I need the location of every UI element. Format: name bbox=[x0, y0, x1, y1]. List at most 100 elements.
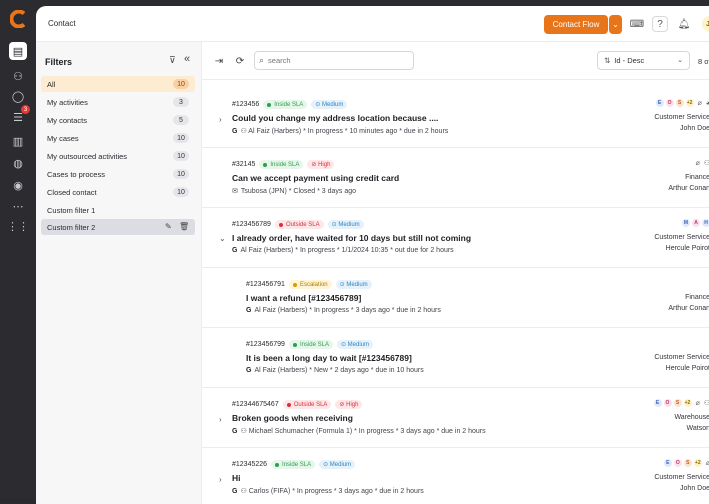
filter-item-my-contacts[interactable]: My contacts 5 bbox=[41, 112, 195, 128]
ticket-id: #123456791 bbox=[246, 281, 285, 288]
funnel-icon[interactable]: ⊽ bbox=[169, 55, 176, 66]
team-name: Customer Service bbox=[654, 472, 709, 483]
search-icon: ⌕ bbox=[259, 55, 264, 66]
compass-icon[interactable]: ◉ bbox=[9, 176, 27, 194]
group-icon: ⚇ bbox=[240, 428, 248, 435]
trash-icon[interactable]: 🗑︎ bbox=[179, 222, 189, 231]
filter-label: Custom filter 1 bbox=[47, 206, 95, 215]
ticket-title: Broken goods when receiving bbox=[232, 413, 353, 423]
google-icon: G bbox=[246, 367, 251, 374]
team-name: Finance bbox=[668, 292, 709, 303]
ticket-title: Could you change my address location bec… bbox=[232, 113, 438, 123]
window-frame: ▤ ⚇ ◯ ☰3 ▥ ◍ ◉ ⋯ ⋮⋮ Contact Contact Flow… bbox=[0, 0, 709, 498]
filter-label: My outsourced activities bbox=[47, 152, 127, 161]
lock-person-icon: ⚇ bbox=[704, 399, 709, 407]
expand-chevron-icon[interactable]: › bbox=[219, 415, 222, 424]
user-avatar[interactable]: JD bbox=[702, 16, 709, 32]
filter-label: All bbox=[47, 80, 55, 89]
refresh-icon[interactable]: ⟳ bbox=[233, 54, 247, 68]
ticket-assignment: Customer Service Hercule Poirot bbox=[654, 352, 709, 374]
agent-name: Arthur Conan bbox=[668, 183, 709, 194]
edit-pencil-icon[interactable]: ✎ bbox=[165, 222, 172, 231]
globe-icon[interactable]: ◍ bbox=[9, 154, 27, 172]
contact-flow-button[interactable]: Contact Flow bbox=[544, 15, 608, 34]
agent-name: Hercule Poirot bbox=[654, 363, 709, 374]
sort-select[interactable]: ⇅ Id - Desc ⌄ bbox=[597, 51, 690, 70]
filter-item-my-outsourced-activities[interactable]: My outsourced activities 10 bbox=[41, 148, 195, 164]
sort-direction-icon: ⇅ bbox=[604, 56, 610, 65]
priority-badge: ⊙ Medium bbox=[311, 100, 347, 109]
list-toolbar: ⇥ ⟳ ⌕ ⇅ Id - Desc ⌄ 8 of 2 bbox=[202, 42, 709, 80]
filter-item-closed-contact[interactable]: Closed contact 10 bbox=[41, 184, 195, 200]
inbox-icon[interactable]: ▤ bbox=[9, 42, 27, 60]
sla-badge: Inside SLA bbox=[289, 340, 333, 349]
team-name: Customer Service bbox=[654, 112, 709, 123]
ticket-row[interactable]: #123456 Inside SLA ⊙ Medium › Could you … bbox=[202, 88, 709, 148]
ticket-meta: GAl Faiz (Harbers) * New * 2 days ago * … bbox=[246, 367, 424, 374]
filters-panel: Filters ⊽ « All 10 My activities 3 My co… bbox=[36, 42, 202, 504]
team-name: Finance bbox=[668, 172, 709, 183]
user-icon[interactable]: ⚇ bbox=[9, 67, 27, 85]
more-icon[interactable]: ⋯ bbox=[9, 197, 27, 215]
attachment-icon: ⌀ bbox=[696, 159, 700, 167]
ticket-row[interactable]: #32145 Inside SLA ⊘ High Can we accept p… bbox=[202, 148, 709, 208]
priority-badge: ⊙ Medium bbox=[328, 220, 364, 229]
tasks-icon[interactable]: ☰3 bbox=[9, 108, 27, 126]
priority-badge: ⊘ High bbox=[307, 160, 334, 169]
ticket-header: #123456799 Inside SLA ⊙ Medium bbox=[246, 340, 373, 349]
sla-badge: Outside SLA bbox=[283, 400, 332, 409]
filter-count: 10 bbox=[173, 79, 189, 89]
priority-badge: ⊙ Medium bbox=[319, 460, 355, 469]
google-icon: G bbox=[232, 247, 237, 254]
filter-item-cases-to-process[interactable]: Cases to process 10 bbox=[41, 166, 195, 182]
ticket-assignment: Warehouse Watson bbox=[674, 412, 709, 434]
filter-item-all[interactable]: All 10 bbox=[41, 76, 195, 92]
page-title: Contact bbox=[48, 19, 76, 28]
expand-chevron-icon[interactable]: › bbox=[219, 475, 222, 484]
ticket-meta: GAl Faiz (Harbers) * In progress * 3 day… bbox=[246, 307, 441, 314]
participant-chips: E O S +2 ⌀ ◕ bbox=[656, 99, 709, 107]
chevron-down-icon: ⌄ bbox=[612, 20, 619, 29]
expand-chevron-icon[interactable]: › bbox=[219, 115, 222, 124]
child-ticket-row[interactable]: #123456791 Escalation ⊙ Medium I want a … bbox=[202, 268, 709, 328]
collapse-panel-icon[interactable]: « bbox=[184, 53, 190, 65]
ticket-meta: G⚇ Carlos (FIFA) * In progress * 3 days … bbox=[232, 487, 424, 495]
chat-icon[interactable]: ◯ bbox=[9, 87, 27, 105]
agent-name: Watson bbox=[674, 423, 709, 434]
filter-label: My contacts bbox=[47, 116, 87, 125]
ticket-title: Can we accept payment using credit card bbox=[232, 173, 399, 183]
ticket-id: #123456 bbox=[232, 101, 259, 108]
child-ticket-row[interactable]: #123456799 Inside SLA ⊙ Medium It is bee… bbox=[202, 328, 709, 388]
filter-item-my-cases[interactable]: My cases 10 bbox=[41, 130, 195, 146]
sla-badge: Inside SLA bbox=[271, 460, 315, 469]
google-icon: G bbox=[232, 128, 237, 135]
ticket-row[interactable]: #12344675467 Outside SLA ⊘ High › Broken… bbox=[202, 388, 709, 448]
help-icon[interactable]: ? bbox=[652, 16, 668, 32]
reports-icon[interactable]: ▥ bbox=[9, 132, 27, 150]
filter-item-my-activities[interactable]: My activities 3 bbox=[41, 94, 195, 110]
filter-count: 3 bbox=[173, 97, 189, 107]
sla-badge: Inside SLA bbox=[263, 100, 307, 109]
app-logo-icon bbox=[10, 10, 28, 28]
search-input[interactable] bbox=[268, 56, 398, 65]
lock-person-icon: ⚇ bbox=[704, 159, 709, 167]
ticket-title: Hi bbox=[232, 473, 241, 483]
app-main: Contact Contact Flow ⌄ ⌨ ? 🔔︎ JD Filters… bbox=[36, 6, 709, 504]
ticket-assignment: Customer Service John Doe bbox=[654, 472, 709, 494]
filter-label: My activities bbox=[47, 98, 88, 107]
ticket-row[interactable]: #123456789 Outside SLA ⊙ Medium ⌄ I alre… bbox=[202, 208, 709, 268]
filter-item-custom-filter-1[interactable]: Custom filter 1 bbox=[41, 202, 195, 218]
keyboard-icon[interactable]: ⌨ bbox=[629, 16, 645, 32]
agent-name: Hercule Poirot bbox=[654, 243, 709, 254]
ticket-row[interactable]: #12345226 Inside SLA ⊙ Medium › Hi G⚇ Ca… bbox=[202, 448, 709, 504]
participant-chips: E O S +2 ⌀ bbox=[664, 459, 709, 467]
filter-label: Custom filter 2 bbox=[47, 223, 95, 232]
notification-bell-icon[interactable]: 🔔︎ bbox=[676, 16, 692, 32]
apps-grid-icon[interactable]: ⋮⋮ bbox=[9, 217, 27, 235]
collapse-chevron-icon[interactable]: ⌄ bbox=[219, 234, 226, 243]
filter-item-custom-filter-2[interactable]: Custom filter 2 ✎ 🗑︎ bbox=[41, 219, 195, 235]
team-name: Customer Service bbox=[654, 232, 709, 243]
contact-flow-dropdown-button[interactable]: ⌄ bbox=[609, 15, 622, 34]
ticket-id: #123456789 bbox=[232, 221, 271, 228]
expand-panel-icon[interactable]: ⇥ bbox=[212, 54, 226, 68]
